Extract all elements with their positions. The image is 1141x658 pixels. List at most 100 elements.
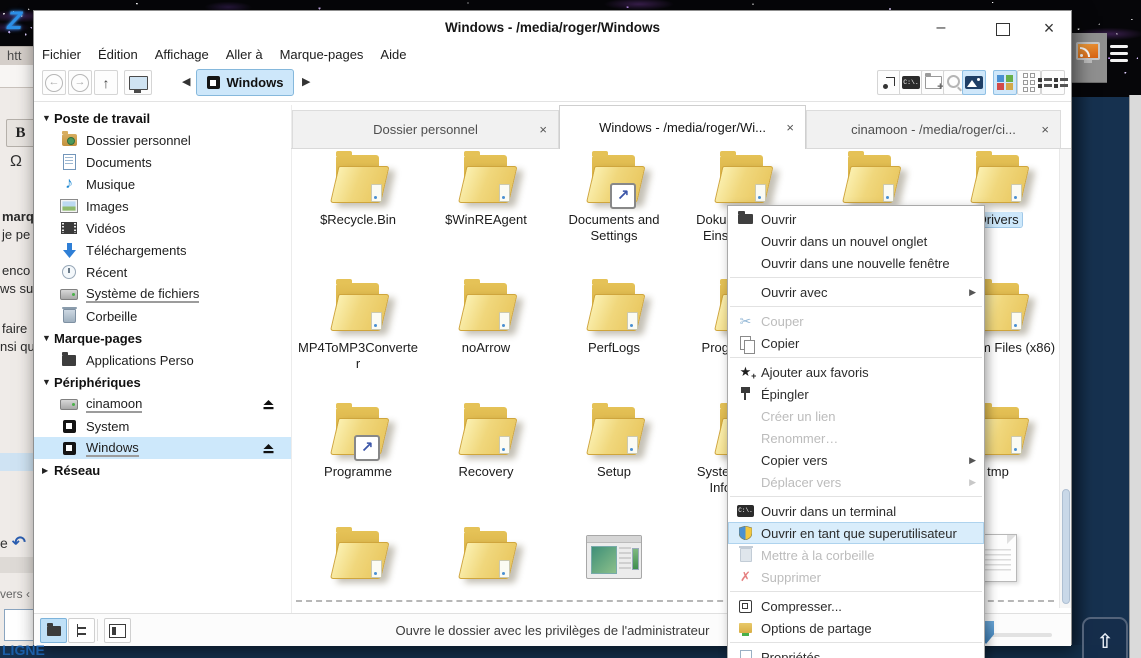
ctx-epingler[interactable]: Épingler — [728, 383, 984, 405]
file-recovery[interactable]: Recovery — [423, 405, 549, 480]
back-button[interactable]: ← — [42, 70, 66, 95]
sidebar-item-images[interactable]: Images — [34, 195, 291, 217]
menu-affichage[interactable]: Affichage — [155, 46, 209, 65]
expander-icon[interactable]: ▼ — [42, 113, 54, 123]
folder-icon — [583, 405, 645, 459]
ctx-ouvrir[interactable]: Ouvrir — [728, 208, 984, 230]
tab-close-icon[interactable]: × — [539, 122, 547, 137]
file-perflogs[interactable]: PerfLogs — [551, 281, 677, 356]
file-recycle-bin[interactable]: $Recycle.Bin — [295, 153, 421, 228]
undo-arrow-icon[interactable]: ↶ — [12, 533, 26, 552]
minimize-button[interactable]: – — [930, 18, 952, 40]
ctx-ouvrir-nouvelle-fenetre[interactable]: Ouvrir dans une nouvelle fenêtre — [728, 252, 984, 274]
titlebar[interactable]: Windows - /media/roger/Windows – × — [34, 11, 1071, 46]
ctx-copier-vers[interactable]: Copier vers ▶ — [728, 449, 984, 471]
sidebar-item-corbeille[interactable]: Corbeille — [34, 305, 291, 327]
path-scroll-right[interactable]: ▶ — [302, 75, 310, 88]
ctx-copier[interactable]: Copier — [728, 332, 984, 354]
tab-windows[interactable]: Windows - /media/roger/Wi... × — [559, 105, 806, 149]
submenu-arrow-icon: ▶ — [969, 287, 976, 298]
file-setup[interactable]: Setup — [551, 405, 677, 480]
rss-monitor-icon[interactable] — [1076, 42, 1100, 62]
taskbar-logo[interactable]: Z — [7, 7, 22, 36]
menu-marque-pages[interactable]: Marque-pages — [280, 46, 364, 65]
tab-close-icon[interactable]: × — [786, 120, 794, 135]
ctx-ouvrir-avec[interactable]: Ouvrir avec ▶ — [728, 281, 984, 303]
menu-aller-a[interactable]: Aller à — [226, 46, 263, 65]
ctx-compresser[interactable]: Compresser... — [728, 595, 984, 617]
expander-icon[interactable]: ▶ — [42, 466, 54, 475]
icon-view-button[interactable] — [993, 70, 1017, 95]
sidebar-item-musique[interactable]: ♪ Musique — [34, 173, 291, 195]
eject-icon[interactable] — [262, 442, 275, 457]
sidebar-item-systeme-de-fichiers[interactable]: Système de fichiers — [34, 283, 291, 305]
sidebar-section-peripheriques[interactable]: ▼ Périphériques — [34, 371, 291, 393]
sidebar-item-videos[interactable]: Vidéos — [34, 217, 291, 239]
archive-icon — [735, 598, 756, 614]
ctx-proprietes[interactable]: Propriétés — [728, 646, 984, 658]
ctx-ouvrir-terminal[interactable]: C:\. Ouvrir dans un terminal — [728, 500, 984, 522]
eject-icon[interactable] — [262, 398, 275, 413]
file-item[interactable] — [423, 529, 549, 588]
file-item[interactable] — [807, 153, 933, 212]
new-folder-button[interactable] — [921, 70, 945, 95]
terminal-icon: C:\. — [902, 76, 920, 89]
file-programme[interactable]: ↗ Programme — [295, 405, 421, 480]
ctx-creer-un-lien: Créer un lien — [728, 405, 984, 427]
right-edge-window-strip — [1129, 95, 1141, 658]
detailed-view-button[interactable] — [1041, 70, 1065, 95]
hamburger-menu-icon[interactable] — [1110, 45, 1128, 62]
ctx-ouvrir-nouvel-onglet[interactable]: Ouvrir dans un nouvel onglet — [728, 230, 984, 252]
tab-close-icon[interactable]: × — [1041, 122, 1049, 137]
ctx-supprimer: ✗ Supprimer — [728, 566, 984, 588]
expander-icon[interactable]: ▼ — [42, 377, 54, 387]
path-button-windows[interactable]: Windows — [196, 69, 294, 96]
sidebar-section-reseau[interactable]: ▶ Réseau — [34, 459, 291, 481]
menu-separator — [730, 277, 982, 278]
sidebar-section-poste-de-travail[interactable]: ▼ Poste de travail — [34, 107, 291, 129]
close-button[interactable]: × — [1038, 18, 1060, 40]
sidebar: ▼ Poste de travail Dossier personnel Doc… — [34, 105, 292, 613]
ctx-options-de-partage[interactable]: Options de partage — [728, 617, 984, 639]
file-app-item[interactable] — [551, 529, 677, 584]
menu-edition[interactable]: Édition — [98, 46, 138, 65]
file-noarrow[interactable]: noArrow — [423, 281, 549, 356]
sidebar-item-windows[interactable]: Windows — [34, 437, 291, 459]
scroll-to-top-widget[interactable]: ⇧ — [1082, 617, 1128, 658]
wallpaper-bottom — [290, 645, 1141, 658]
sidebar-item-dossier-personnel[interactable]: Dossier personnel — [34, 129, 291, 151]
ctx-ouvrir-superutilisateur[interactable]: Ouvrir en tant que superutilisateur — [728, 522, 984, 544]
folder-shortcut-icon: ↗ — [583, 153, 645, 207]
scrollbar-thumb[interactable] — [1062, 489, 1070, 604]
sidebar-item-recent[interactable]: Récent — [34, 261, 291, 283]
tab-dossier-personnel[interactable]: Dossier personnel × — [292, 110, 559, 148]
sidebar-item-documents[interactable]: Documents — [34, 151, 291, 173]
open-in-window-button[interactable] — [124, 70, 152, 95]
file-mp4tomp3converter[interactable]: MP4ToMP3Converter — [295, 281, 421, 371]
forward-icon: → — [71, 74, 89, 92]
forward-button[interactable]: → — [68, 70, 92, 95]
tab-cinamoon[interactable]: cinamoon - /media/roger/ci... × — [806, 110, 1061, 148]
path-scroll-left[interactable]: ◀ — [182, 75, 190, 88]
menu-fichier[interactable]: Fichier — [42, 46, 81, 65]
file-documents-and-settings[interactable]: ↗ Documents and Settings — [551, 153, 677, 243]
delete-x-icon: ✗ — [735, 569, 756, 585]
menu-aide[interactable]: Aide — [380, 46, 406, 65]
sidebar-item-system[interactable]: System — [34, 415, 291, 437]
file-winreagent[interactable]: $WinREAgent — [423, 153, 549, 228]
bold-button[interactable]: B — [6, 119, 35, 147]
sidebar-section-marque-pages[interactable]: ▼ Marque-pages — [34, 327, 291, 349]
vertical-scrollbar[interactable] — [1059, 149, 1071, 608]
jump-to-button[interactable] — [877, 70, 901, 95]
expander-icon[interactable]: ▼ — [42, 333, 54, 343]
sidebar-item-telechargements[interactable]: Téléchargements — [34, 239, 291, 261]
ctx-ajouter-aux-favoris[interactable]: ★+ Ajouter aux favoris — [728, 361, 984, 383]
up-button[interactable]: ↑ — [94, 70, 118, 95]
thumbnails-toggle-button[interactable] — [962, 70, 986, 95]
sidebar-item-cinamoon[interactable]: cinamoon — [34, 393, 291, 415]
sidebar-item-applications-perso[interactable]: Applications Perso — [34, 349, 291, 371]
maximize-button[interactable] — [992, 18, 1014, 40]
omega-button[interactable]: Ω — [10, 153, 22, 171]
file-item[interactable] — [295, 529, 421, 588]
open-terminal-button[interactable]: C:\. — [899, 70, 923, 95]
